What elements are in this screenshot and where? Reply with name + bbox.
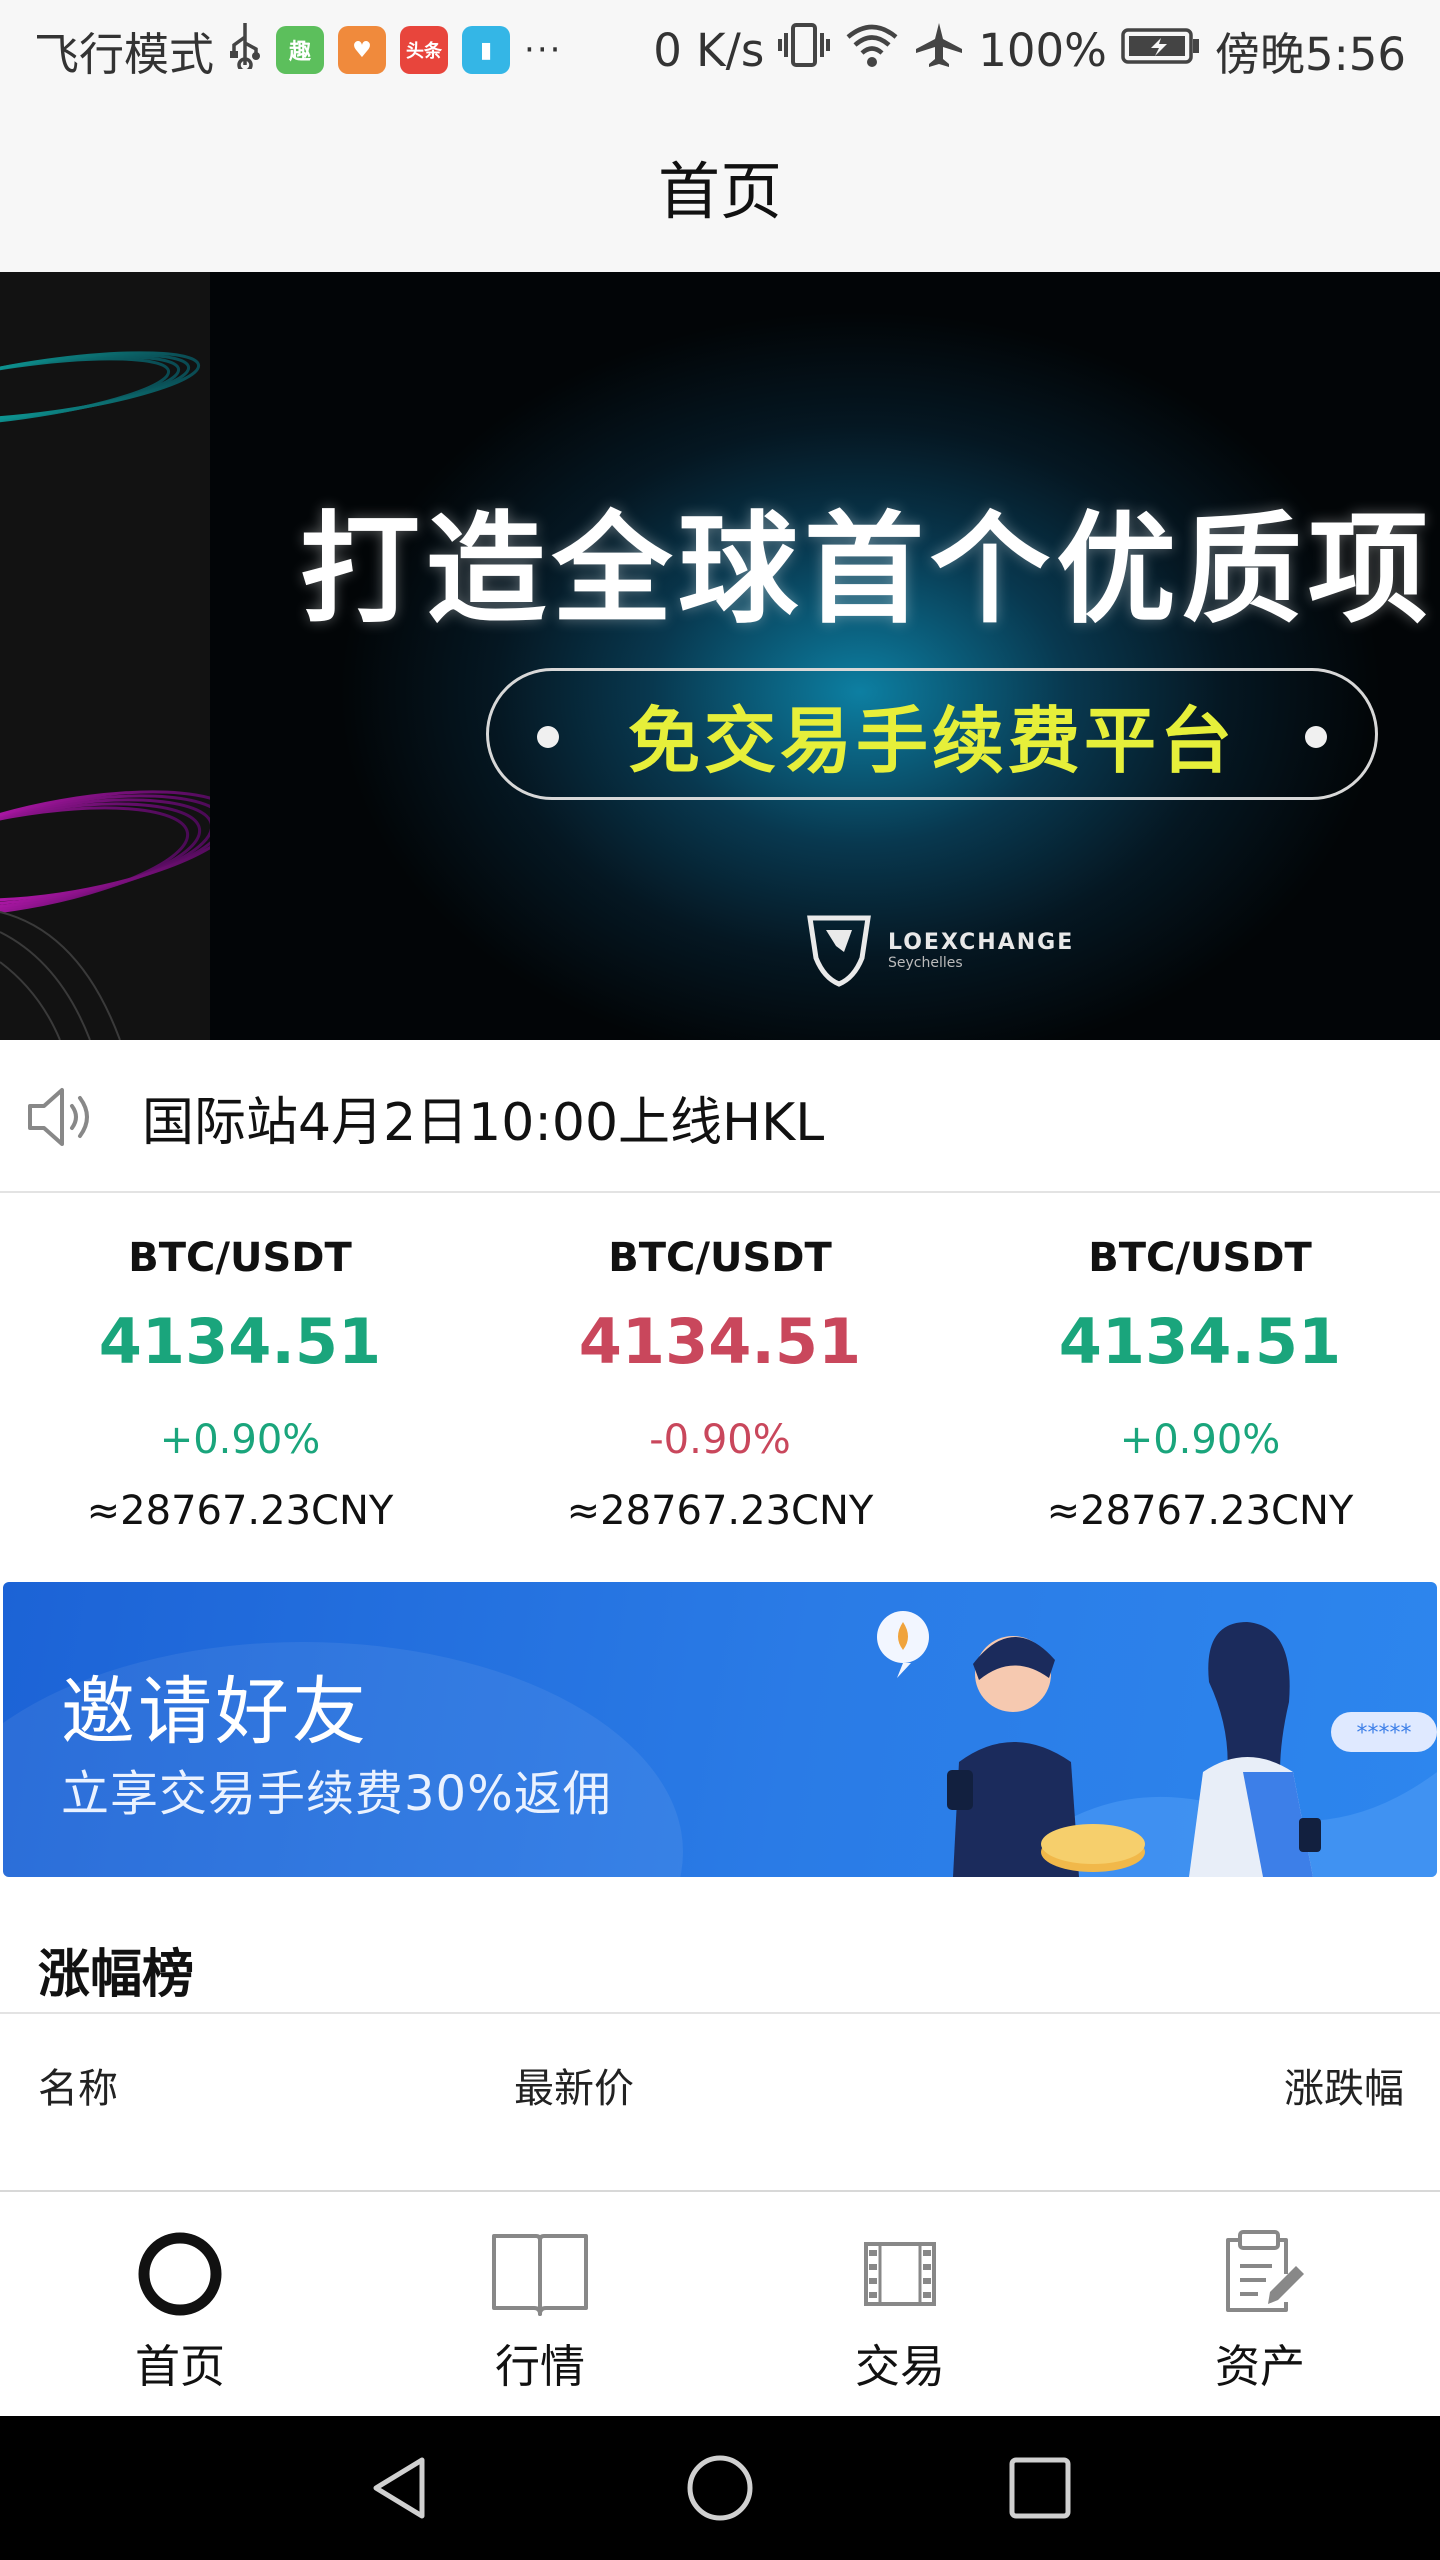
ranking-column-header: 名称 最新价 涨跌幅 (0, 2016, 1440, 2192)
ticker-cny-value: ≈28767.23CNY (1046, 1488, 1354, 1534)
column-name[interactable]: 名称 (38, 2056, 118, 2114)
column-latest-price[interactable]: 最新价 (514, 2056, 634, 2114)
announcement-bar[interactable]: 国际站4月2日10:00上线HKL (0, 1040, 1440, 1193)
back-icon[interactable] (364, 2452, 436, 2524)
ticker-price: 4134.51 (578, 1305, 862, 1378)
tab-market[interactable]: 行情 (360, 2194, 720, 2416)
gainers-ranking-header: 涨幅榜 (0, 1878, 1440, 2014)
tab-trade[interactable]: 交易 (720, 2194, 1080, 2416)
ticker-price: 4134.51 (98, 1305, 382, 1378)
top-nav-bar: 首页 (0, 100, 1440, 272)
ticker-pair: BTC/USDT (128, 1235, 352, 1281)
invite-subtitle: 立享交易手续费30%返佣 (61, 1766, 612, 1822)
airplane-icon (914, 21, 964, 80)
ticker-change: +0.90% (159, 1417, 321, 1463)
wifi-icon (844, 21, 900, 80)
status-bar: 飞行模式 趣 ♥ 头条 ▮ ··· 0 K/s 100% 傍晚5:56 (0, 0, 1440, 100)
tab-home-label: 首页 (134, 2340, 225, 2393)
tab-assets-label: 资产 (1214, 2340, 1305, 2393)
clipboard-edit-icon (1226, 2230, 1304, 2312)
status-bar-right: 0 K/s 100% 傍晚5:56 (653, 18, 1406, 82)
promo-banner-carousel[interactable]: 打造全球首个优质项 免交易手续费平台 LOEXCHANGE Seychelles (0, 272, 1440, 1040)
usb-icon (228, 21, 262, 80)
status-bar-left: 飞行模式 趣 ♥ 头条 ▮ ··· (34, 18, 562, 82)
book-icon (492, 2234, 588, 2316)
logo-subtext: Seychelles (888, 954, 963, 971)
recents-icon[interactable] (1004, 2452, 1076, 2524)
invite-people-illustration: ***** (877, 1611, 1437, 1877)
loexchange-logo: LOEXCHANGE Seychelles (804, 912, 1074, 988)
system-navigation-bar (0, 2416, 1440, 2560)
clock: 傍晚5:56 (1214, 27, 1406, 81)
tab-assets[interactable]: 资产 (1080, 2194, 1440, 2416)
shield-logo-icon (807, 915, 871, 987)
tab-trade-label: 交易 (854, 2340, 945, 2393)
vibrate-icon (778, 21, 831, 80)
ticker-card[interactable]: BTC/USDT 4134.51 -0.90% ≈28767.23CNY (480, 1195, 960, 1578)
rating-bubble-text: ***** (1357, 1721, 1412, 1746)
more-notifications-icon: ··· (524, 30, 563, 70)
speaker-icon (28, 1088, 89, 1146)
banner-headline: 打造全球首个优质项 (300, 501, 1434, 640)
qu-app-icon: 趣 (276, 26, 325, 74)
ticker-card[interactable]: BTC/USDT 4134.51 +0.90% ≈28767.23CNY (0, 1195, 480, 1578)
battery-icon (1121, 24, 1201, 77)
banner-left-decoration (0, 272, 210, 1040)
invite-friends-banner[interactable]: 邀请好友 立享交易手续费30%返佣 ***** (3, 1582, 1437, 1877)
ticker-cny-value: ≈28767.23CNY (566, 1488, 874, 1534)
bottom-tab-bar: 首页 行情 交易 资产 (0, 2194, 1440, 2416)
film-icon (864, 2242, 936, 2306)
heart-app-icon: ♥ (338, 26, 387, 74)
logo-text: LOEXCHANGE (888, 929, 1075, 955)
gainers-ranking-title: 涨幅榜 (38, 1945, 195, 2005)
home-icon[interactable] (684, 2452, 756, 2524)
battery-percent: 100% (978, 23, 1107, 77)
ticker-price: 4134.51 (1058, 1305, 1342, 1378)
pill-dot-left (537, 726, 559, 748)
ticker-row: BTC/USDT 4134.51 +0.90% ≈28767.23CNY BTC… (0, 1195, 1440, 1578)
invite-title: 邀请好友 (61, 1669, 369, 1755)
page-title: 首页 (657, 155, 782, 228)
ticker-change: -0.90% (649, 1417, 791, 1463)
banner-tagline: 免交易手续费平台 (627, 698, 1236, 783)
ticker-change: +0.90% (1119, 1417, 1281, 1463)
banner-tagline-pill: 免交易手续费平台 (486, 668, 1378, 800)
book-app-icon: ▮ (462, 26, 511, 74)
ticker-pair: BTC/USDT (1088, 1235, 1312, 1281)
announcement-text[interactable]: 国际站4月2日10:00上线HKL (142, 1080, 824, 1155)
ticker-cny-value: ≈28767.23CNY (86, 1488, 394, 1534)
toutiao-app-icon: 头条 (400, 26, 449, 74)
tab-market-label: 行情 (494, 2340, 585, 2393)
airplane-mode-label: 飞行模式 (34, 27, 215, 81)
pill-dot-right (1305, 726, 1327, 748)
tab-home[interactable]: 首页 (0, 2194, 360, 2416)
column-change[interactable]: 涨跌幅 (1284, 2056, 1404, 2114)
home-circle-icon (138, 2232, 222, 2316)
ticker-pair: BTC/USDT (608, 1235, 832, 1281)
network-speed: 0 K/s (653, 23, 765, 77)
ticker-card[interactable]: BTC/USDT 4134.51 +0.90% ≈28767.23CNY (960, 1195, 1440, 1578)
